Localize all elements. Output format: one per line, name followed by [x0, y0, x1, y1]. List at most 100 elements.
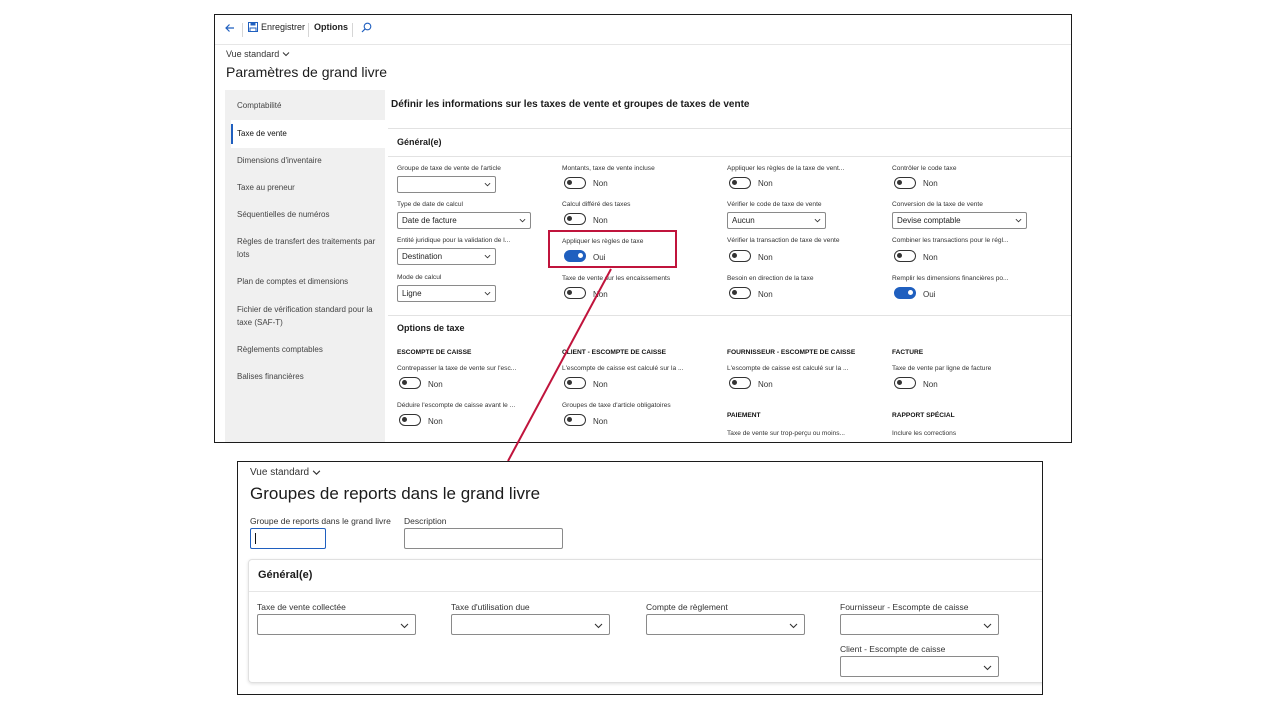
- settlement-account-select[interactable]: [646, 614, 805, 635]
- save-button[interactable]: Enregistrer: [248, 22, 305, 32]
- nav-item-chart-of-accounts[interactable]: Plan de comptes et dimensions: [237, 275, 382, 288]
- back-arrow-icon: [225, 24, 234, 32]
- general-section-title[interactable]: Général(e): [397, 137, 442, 147]
- field-label: Groupe de reports dans le grand livre: [250, 516, 391, 526]
- fill-financial-dimensions-toggle[interactable]: [894, 287, 916, 299]
- chevron-down-icon: [484, 254, 491, 259]
- tax-options-section-title[interactable]: Options de taxe: [397, 323, 465, 333]
- highlight-box: [548, 230, 677, 268]
- field-label: Appliquer les règles de la taxe de vent.…: [727, 165, 845, 172]
- view-label: Vue standard: [226, 49, 280, 59]
- reverse-tax-cash-discount-toggle[interactable]: [399, 377, 421, 389]
- options-tab[interactable]: Options: [314, 22, 348, 32]
- customer-cash-discount-select[interactable]: [840, 656, 999, 677]
- calculation-method-select[interactable]: Ligne: [397, 285, 496, 302]
- chevron-down-icon: [1015, 218, 1022, 223]
- mandatory-item-tax-groups-toggle[interactable]: [564, 414, 586, 426]
- deduct-cash-discount-toggle[interactable]: [399, 414, 421, 426]
- chevron-down-icon: [484, 291, 491, 296]
- divider: [249, 591, 1042, 592]
- chevron-down-icon: [519, 218, 526, 223]
- field-label: Taxe de vente sur les encaissements: [562, 275, 671, 282]
- nav-item-reverse-charge[interactable]: Taxe au preneur: [237, 181, 382, 194]
- deferred-tax-toggle[interactable]: [564, 213, 586, 225]
- nav-active-indicator: [231, 124, 233, 144]
- field-label: Contrepasser la taxe de vente sur l'esc.…: [397, 365, 517, 372]
- tax-on-receipts-toggle[interactable]: [564, 287, 586, 299]
- save-icon: [248, 22, 258, 32]
- toggle-value: Oui: [923, 290, 936, 299]
- customer-cash-discount-toggle[interactable]: [564, 377, 586, 389]
- tax-direction-toggle[interactable]: [729, 287, 751, 299]
- group-heading: CLIENT - ESCOMPTE DE CAISSE: [562, 349, 667, 356]
- nav-item-saf-t[interactable]: Fichier de vérification standard pour la…: [237, 303, 382, 329]
- divider: [388, 315, 1071, 316]
- calculation-date-type-select[interactable]: Date de facture: [397, 212, 531, 229]
- combine-transactions-toggle[interactable]: [894, 250, 916, 262]
- field-label: Conversion de la taxe de vente: [892, 201, 983, 208]
- field-label: Combiner les transactions pour le régl..…: [892, 237, 1009, 244]
- apply-sales-tax-rules-toggle[interactable]: [729, 177, 751, 189]
- field-label: Remplir les dimensions financières po...: [892, 275, 1009, 282]
- field-label: Calcul différé des taxes: [562, 201, 631, 208]
- vendor-cash-discount-toggle[interactable]: [729, 377, 751, 389]
- amounts-include-tax-toggle[interactable]: [564, 177, 586, 189]
- field-label: Groupes de taxe d'article obligatoires: [562, 402, 671, 409]
- divider: [388, 128, 1071, 129]
- description-input[interactable]: [404, 528, 563, 549]
- general-section-title[interactable]: Général(e): [258, 569, 312, 581]
- view-selector[interactable]: Vue standard: [226, 49, 290, 59]
- nav-item-sales-tax[interactable]: Taxe de vente: [237, 127, 382, 140]
- field-label: Taxe de vente collectée: [257, 602, 346, 612]
- toggle-value: Non: [758, 179, 773, 188]
- text-caret: [255, 533, 256, 544]
- tax-per-invoice-line-toggle[interactable]: [894, 377, 916, 389]
- main-heading: Définir les informations sur les taxes d…: [391, 99, 750, 110]
- chevron-down-icon: [789, 623, 798, 629]
- check-tax-code-toggle[interactable]: [894, 177, 916, 189]
- toggle-value: Non: [758, 380, 773, 389]
- back-button[interactable]: [224, 22, 236, 34]
- toggle-value: Non: [923, 253, 938, 262]
- group-heading: FOURNISSEUR - ESCOMPTE DE CAISSE: [727, 349, 856, 356]
- action-toolbar: Enregistrer Options: [215, 15, 1071, 45]
- chevron-down-icon: [484, 182, 491, 187]
- nav-item-inventory-dimensions[interactable]: Dimensions d'inventaire: [237, 154, 382, 167]
- toggle-value: Non: [758, 290, 773, 299]
- sales-tax-collected-select[interactable]: [257, 614, 416, 635]
- nav-item-number-sequences[interactable]: Séquentielles de numéros: [237, 208, 382, 221]
- vendor-cash-discount-select[interactable]: [840, 614, 999, 635]
- group-heading: PAIEMENT: [727, 412, 761, 419]
- use-tax-payable-select[interactable]: [451, 614, 610, 635]
- nav-item-batch-transfer-rules[interactable]: Règles de transfert des traitements par …: [237, 235, 382, 261]
- tax-conversion-select[interactable]: Devise comptable: [892, 212, 1027, 229]
- toggle-value: Non: [593, 380, 608, 389]
- verify-tax-code-select[interactable]: Aucun: [727, 212, 826, 229]
- item-sales-tax-group-select[interactable]: [397, 176, 496, 193]
- toggle-value: Non: [593, 290, 608, 299]
- nav-item-accounting-rules[interactable]: Règlements comptables: [237, 343, 382, 356]
- toggle-value: Non: [593, 179, 608, 188]
- field-label: Fournisseur - Escompte de caisse: [840, 602, 969, 612]
- posting-group-input[interactable]: [250, 528, 326, 549]
- field-label: Description: [404, 516, 447, 526]
- search-icon: [361, 22, 372, 33]
- field-label: Taxe de vente par ligne de facture: [892, 365, 992, 372]
- posting-groups-window: Vue standard Groupes de reports dans le …: [237, 461, 1043, 695]
- chevron-down-icon: [400, 623, 409, 629]
- legal-entity-validation-select[interactable]: Destination: [397, 248, 496, 265]
- nav-item-financial-tags[interactable]: Balises financières: [237, 370, 382, 383]
- field-label: Inclure les corrections: [892, 430, 957, 437]
- verify-tax-transaction-toggle[interactable]: [729, 250, 751, 262]
- field-label: Contrôler le code taxe: [892, 165, 957, 172]
- nav-item-accounting[interactable]: Comptabilité: [237, 99, 382, 112]
- side-navigation: Comptabilité Taxe de vente Dimensions d'…: [225, 90, 385, 442]
- view-selector[interactable]: Vue standard: [250, 467, 321, 478]
- field-label: Entité juridique pour la validation de l…: [397, 237, 511, 244]
- chevron-down-icon: [312, 470, 321, 475]
- group-heading: ESCOMPTE DE CAISSE: [397, 349, 472, 356]
- field-label: Type de date de calcul: [397, 201, 463, 208]
- toggle-value: Non: [923, 380, 938, 389]
- page-title: Groupes de reports dans le grand livre: [250, 484, 541, 503]
- search-button[interactable]: [361, 22, 372, 33]
